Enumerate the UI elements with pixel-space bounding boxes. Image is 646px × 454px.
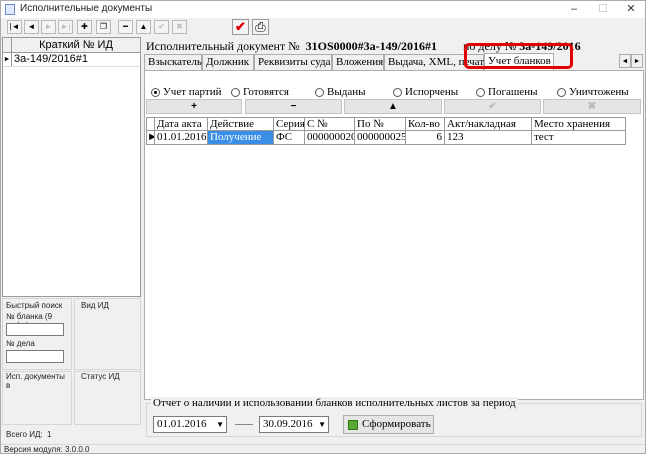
id-status-panel: Статус ИД xyxy=(74,371,141,425)
id-list[interactable]: Краткий № ИД ► 3а-149/2016#1 xyxy=(2,37,141,297)
column-header[interactable]: По № xyxy=(355,117,406,131)
radio-dot-icon xyxy=(315,87,324,97)
close-button[interactable]: ✕ xyxy=(617,1,645,18)
main-panel: Исполнительный документ № 31OS0000#3а-14… xyxy=(143,37,645,443)
print-icon[interactable]: ⎙ xyxy=(252,19,269,35)
edit-record-icon[interactable]: ▲ xyxy=(136,20,151,34)
document-title: Исполнительный документ № 31OS0000#3а-14… xyxy=(146,39,438,53)
table-cell[interactable]: тест xyxy=(532,131,626,145)
tab-scroll-left-icon[interactable]: ◄ xyxy=(619,54,631,68)
column-header[interactable]: Дата акта xyxy=(155,117,208,131)
add-button[interactable]: + xyxy=(146,99,242,114)
column-header[interactable]: Серия xyxy=(274,117,305,131)
title-bar: Исполнительные документы – ☐ ✕ xyxy=(1,1,645,18)
check-icon[interactable]: ✔ xyxy=(232,19,249,35)
radio-preparing[interactable]: Готовятся xyxy=(231,86,289,98)
table-cell[interactable]: ФС xyxy=(274,131,305,145)
delete-record-icon[interactable]: ━ xyxy=(118,20,133,34)
grid-header: Дата акта Действие Серия С № По № Кол-во… xyxy=(146,117,630,131)
copy-record-icon[interactable]: ❐ xyxy=(96,20,111,34)
post-record-icon[interactable]: ✔ xyxy=(154,20,169,34)
confirm-button[interactable]: ✔ xyxy=(444,99,541,114)
quick-search-panel: Быстрый поиск № бланка (9 цифр) № дела xyxy=(2,298,72,370)
radio-dot-icon xyxy=(231,87,240,97)
table-cell[interactable]: 000000020 xyxy=(305,131,355,145)
case-number-input[interactable] xyxy=(6,350,64,363)
report-caption: Отчет о наличии и использовании бланков … xyxy=(151,397,518,409)
tab-attachments[interactable]: Вложения xyxy=(332,54,384,70)
column-header[interactable]: Кол-во xyxy=(406,117,445,131)
radio-dot-icon xyxy=(151,87,160,97)
column-header[interactable]: Действие xyxy=(208,117,274,131)
radio-redeemed[interactable]: Погашены xyxy=(476,86,537,98)
prev-record-icon[interactable]: ◄ xyxy=(24,20,39,34)
date-from-picker[interactable]: 01.01.2016 ▼ xyxy=(153,416,227,433)
toolbar: |◄ ◄ ► ►| ✚ ❐ ━ ▲ ✔ ✖ ✔ ⎙ xyxy=(2,19,645,35)
last-record-icon[interactable]: ►| xyxy=(58,20,73,34)
generate-report-button[interactable]: Сформировать xyxy=(343,415,434,434)
blank-number-input[interactable] xyxy=(6,323,64,336)
report-group: Отчет о наличии и использовании бланков … xyxy=(146,397,642,437)
add-record-icon[interactable]: ✚ xyxy=(77,20,92,34)
left-panel: Краткий № ИД ► 3а-149/2016#1 Быстрый пои… xyxy=(2,37,141,443)
radio-dot-icon xyxy=(476,87,485,97)
table-cell-selected[interactable]: Получение xyxy=(208,131,274,145)
tab-scroll-right-icon[interactable]: ► xyxy=(631,54,643,68)
table-cell[interactable]: 01.01.2016 xyxy=(155,131,208,145)
tab-creditor[interactable]: Взыскатель xyxy=(144,54,202,70)
id-list-header: Краткий № ИД xyxy=(3,38,140,53)
table-cell[interactable]: 123 xyxy=(445,131,532,145)
radio-batches[interactable]: Учет партий xyxy=(151,86,221,98)
radio-issued[interactable]: Выданы xyxy=(315,86,365,98)
column-header[interactable]: С № xyxy=(305,117,355,131)
id-type-panel: Вид ИД xyxy=(74,298,141,370)
highlight-annotation xyxy=(464,43,573,69)
window-title: Исполнительные документы xyxy=(20,3,153,14)
radio-dot-icon xyxy=(393,87,402,97)
table-row[interactable]: ► 01.01.2016 Получение ФС 000000020 0000… xyxy=(146,131,630,145)
edit-button[interactable]: ▲ xyxy=(344,99,442,114)
chevron-down-icon: ▼ xyxy=(318,420,326,429)
minimize-button[interactable]: – xyxy=(560,1,588,18)
column-header[interactable]: Акт/накладная xyxy=(445,117,532,131)
total-count: Всего ИД: 1 xyxy=(6,430,52,439)
next-record-icon[interactable]: ► xyxy=(41,20,56,34)
blanks-grid: Дата акта Действие Серия С № По № Кол-во… xyxy=(146,117,630,145)
report-icon xyxy=(348,420,358,430)
column-header[interactable]: Место хранения xyxy=(532,117,626,131)
maximize-button[interactable]: ☐ xyxy=(589,1,617,18)
radio-dot-icon xyxy=(557,87,566,97)
tab-court-details[interactable]: Реквизиты суда xyxy=(254,54,332,70)
list-item[interactable]: ► 3а-149/2016#1 xyxy=(3,53,140,67)
first-record-icon[interactable]: |◄ xyxy=(7,20,22,34)
table-cell[interactable]: 6 xyxy=(406,131,445,145)
table-cell[interactable]: 000000025 xyxy=(355,131,406,145)
row-indicator-icon: ► xyxy=(3,53,12,66)
cancel-button[interactable]: ✖ xyxy=(543,99,641,114)
cancel-record-icon[interactable]: ✖ xyxy=(172,20,187,34)
app-window: Исполнительные документы – ☐ ✕ |◄ ◄ ► ►|… xyxy=(0,0,646,454)
docs-in-panel: Исп. документы в xyxy=(2,371,72,425)
chevron-down-icon: ▼ xyxy=(216,420,224,429)
row-indicator-icon: ► xyxy=(146,131,155,145)
tab-debtor[interactable]: Должник xyxy=(202,54,254,70)
app-icon xyxy=(5,4,15,15)
radio-spoiled[interactable]: Испорчены xyxy=(393,86,458,98)
radio-destroyed[interactable]: Уничтожены xyxy=(557,86,629,98)
date-to-picker[interactable]: 30.09.2016 ▼ xyxy=(259,416,329,433)
date-range-dash xyxy=(235,424,253,425)
delete-button[interactable]: − xyxy=(245,99,342,114)
status-bar: Версия модуля: 3.0.0.0 xyxy=(1,444,645,454)
